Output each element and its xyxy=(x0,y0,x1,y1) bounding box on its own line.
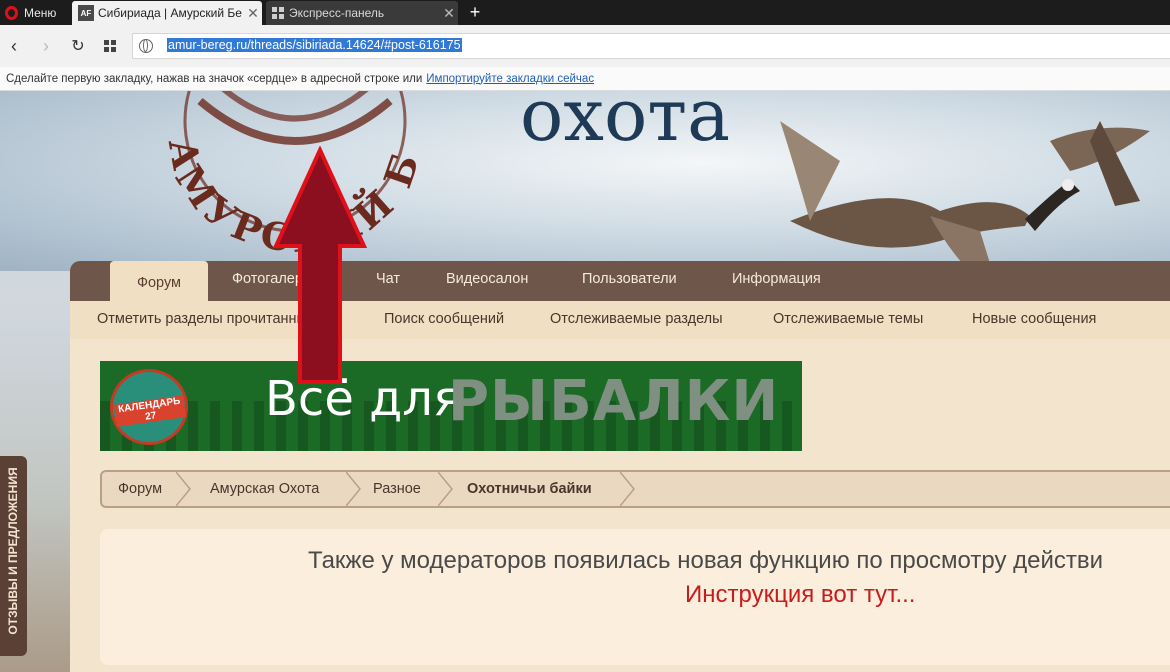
url-text[interactable]: amur-bereg.ru/threads/sibiriada.14624/#p… xyxy=(167,38,462,52)
ad-banner[interactable]: КАЛЕНДАРЬ 27 Всё для РЫБАЛКИ xyxy=(100,361,802,451)
globe-icon xyxy=(139,39,153,53)
breadcrumb-hunting-tales[interactable]: Охотничьи байки xyxy=(467,472,592,506)
banner-text-2: РЫБАЛКИ xyxy=(448,369,780,434)
back-arrow-icon[interactable]: ‹ xyxy=(2,25,26,67)
breadcrumb-separator-icon xyxy=(438,472,453,506)
breadcrumb-separator-icon xyxy=(176,472,191,506)
breadcrumb-misc[interactable]: Разное xyxy=(373,472,421,506)
feedback-side-tab[interactable]: ОТЗЫВЫ И ПРЕДЛОЖЕНИЯ xyxy=(0,456,27,656)
bookmarks-bar: Сделайте первую закладку, нажав на значо… xyxy=(0,67,1170,91)
instruction-link[interactable]: Инструкция вот тут... xyxy=(685,581,915,609)
new-tab-plus-icon[interactable]: + xyxy=(466,0,484,25)
breadcrumb-amur-hunting[interactable]: Амурская Охота xyxy=(210,472,319,506)
tab-users[interactable]: Пользователи xyxy=(582,271,677,287)
address-bar-row: ‹ › ↻ amur-bereg.ru/threads/sibiriada.14… xyxy=(0,25,1170,67)
opera-menu-button[interactable]: Меню xyxy=(0,0,68,25)
forum-content-panel: Форум Фотогалерея Чат Видеосалон Пользов… xyxy=(70,261,1170,672)
tab-forum[interactable]: Форум xyxy=(110,261,208,301)
speed-dial-icon xyxy=(272,7,284,19)
annotation-arrow-icon xyxy=(272,146,368,384)
tab-chat[interactable]: Чат xyxy=(376,271,400,287)
tab-sibiriada[interactable]: AF Сибириада | Амурский Бе ✕ xyxy=(72,1,262,25)
import-bookmarks-link[interactable]: Импортируйте закладки сейчас xyxy=(426,73,594,85)
url-input[interactable]: amur-bereg.ru/threads/sibiriada.14624/#p… xyxy=(132,33,1170,59)
breadcrumb-forum[interactable]: Форум xyxy=(118,472,162,506)
new-messages-link[interactable]: Новые сообщения xyxy=(972,311,1096,327)
tab-label: Сибириада | Амурский Бе xyxy=(98,6,242,20)
close-icon[interactable]: ✕ xyxy=(244,5,262,22)
tab-information[interactable]: Информация xyxy=(732,271,821,287)
feedback-label: ОТЗЫВЫ И ПРЕДЛОЖЕНИЯ xyxy=(6,467,20,635)
opera-logo-icon xyxy=(5,5,18,20)
sub-nav: Отметить разделы прочитанными Поиск сооб… xyxy=(70,301,1170,339)
banner-logo: КАЛЕНДАРЬ 27 xyxy=(110,369,188,445)
watched-threads-link[interactable]: Отслеживаемые темы xyxy=(773,311,923,327)
badge-text: КАЛЕНДАРЬ 27 xyxy=(113,395,187,427)
reload-icon[interactable]: ↻ xyxy=(66,25,90,67)
menu-label: Меню xyxy=(24,5,57,20)
forward-arrow-icon[interactable]: › xyxy=(34,25,58,67)
close-icon[interactable]: ✕ xyxy=(440,5,458,22)
browser-tab-bar: Меню AF Сибириада | Амурский Бе ✕ Экспре… xyxy=(0,0,1170,25)
grid-icon xyxy=(104,40,116,52)
site-favicon-icon: AF xyxy=(78,5,94,21)
tab-express-panel[interactable]: Экспресс-панель ✕ xyxy=(266,1,458,25)
bookmarks-hint: Сделайте первую закладку, нажав на значо… xyxy=(6,72,423,85)
main-nav: Форум Фотогалерея Чат Видеосалон Пользов… xyxy=(70,261,1170,301)
breadcrumb-separator-icon xyxy=(620,472,635,506)
breadcrumb: Форум Амурская Охота Разное Охотничьи ба… xyxy=(100,470,1170,508)
search-messages-link[interactable]: Поиск сообщений xyxy=(384,311,504,327)
notice-text: Также у модераторов появилась новая функ… xyxy=(308,547,1104,574)
tabs-grid-icon[interactable] xyxy=(98,25,122,67)
site-title: охота xyxy=(520,91,731,157)
watched-forums-link[interactable]: Отслеживаемые разделы xyxy=(550,311,723,327)
tab-label: Экспресс-панель xyxy=(289,6,385,20)
tab-videosalon[interactable]: Видеосалон xyxy=(446,271,528,287)
moderator-notice: Также у модераторов появилась новая функ… xyxy=(100,529,1170,665)
web-page: АМУРСКИЙ БЕРЕГ охота ОТЗЫВЫ И ПРЕДЛОЖЕНИ… xyxy=(0,91,1170,672)
breadcrumb-separator-icon xyxy=(346,472,361,506)
